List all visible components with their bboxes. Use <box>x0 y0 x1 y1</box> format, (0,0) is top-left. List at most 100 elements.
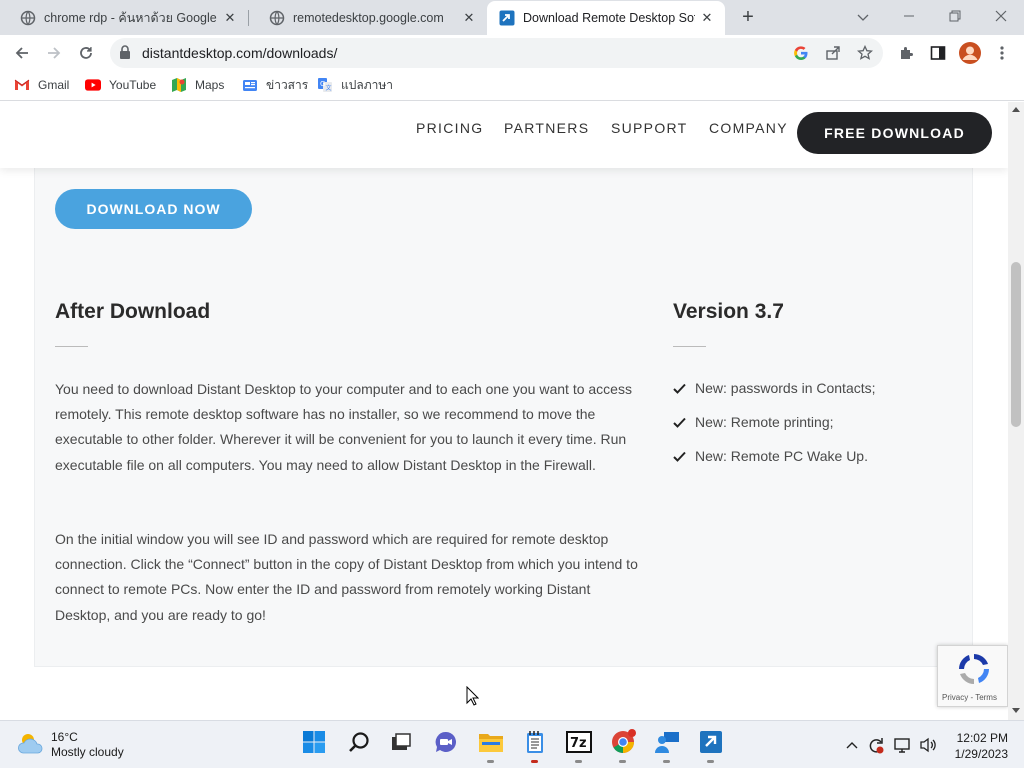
recaptcha-icon <box>956 651 992 692</box>
forward-button[interactable] <box>40 39 68 67</box>
bookmark-gmail[interactable]: Gmail <box>14 76 69 94</box>
tab-search-icon[interactable] <box>840 4 886 30</box>
recaptcha-badge[interactable]: Privacy - Terms <box>937 645 1008 707</box>
checkmark-icon <box>673 381 687 395</box>
system-clock[interactable]: 12:02 PM 1/29/2023 <box>946 730 1008 762</box>
chrome-button[interactable] <box>608 728 638 763</box>
feature-item: New: Remote PC Wake Up. <box>673 448 868 464</box>
after-download-heading: After Download <box>55 300 211 323</box>
share-icon[interactable] <box>823 43 843 63</box>
task-view-icon <box>390 731 412 758</box>
address-bar[interactable]: distantdesktop.com/downloads/ <box>110 38 883 68</box>
maps-icon <box>171 77 187 93</box>
more-menu-icon[interactable] <box>988 39 1016 67</box>
tab-remotedesktop-google[interactable]: remotedesktop.google.com ✕ <box>249 0 487 35</box>
svg-text:7z: 7z <box>570 736 587 751</box>
sync-icon[interactable] <box>866 735 886 755</box>
feature-item: New: passwords in Contacts; <box>673 380 876 396</box>
scrollbar-thumb[interactable] <box>1011 262 1021 427</box>
running-indicator <box>707 760 714 763</box>
scroll-down-icon[interactable] <box>1012 708 1020 716</box>
page-scrollbar[interactable] <box>1008 102 1024 720</box>
clock-date: 1/29/2023 <box>954 747 1008 761</box>
connection-paragraph: On the initial window you will see ID an… <box>55 531 638 623</box>
task-view-button[interactable] <box>386 729 416 759</box>
windows-taskbar: 16°C Mostly cloudy 7z 12:02 PM 1/29/2023 <box>0 720 1024 768</box>
nav-support[interactable]: SUPPORT <box>611 120 688 136</box>
running-indicator <box>663 760 670 763</box>
download-now-button[interactable]: DOWNLOAD NOW <box>55 189 252 229</box>
svg-text:文: 文 <box>326 84 332 92</box>
network-icon[interactable] <box>893 735 913 755</box>
tab-distant-desktop-download[interactable]: Download Remote Desktop Softw ✕ <box>487 1 725 35</box>
extensions-icon[interactable] <box>892 39 920 67</box>
7zip-icon: 7z <box>566 730 592 758</box>
volume-icon[interactable] <box>918 735 938 755</box>
chrome-icon <box>610 728 636 760</box>
chat-button[interactable] <box>431 729 461 759</box>
remote-desktop-button[interactable] <box>652 729 682 763</box>
side-panel-icon[interactable] <box>924 39 952 67</box>
tab-title: remotedesktop.google.com <box>293 10 444 25</box>
notepad-button[interactable] <box>520 729 550 763</box>
start-icon <box>302 730 326 759</box>
close-window-icon[interactable] <box>978 4 1024 30</box>
weather-condition: Mostly cloudy <box>51 745 124 759</box>
news-icon <box>242 77 258 93</box>
distant-desktop-button[interactable] <box>696 729 726 763</box>
bookmark-news[interactable]: ข่าวสาร <box>242 76 308 94</box>
nav-company[interactable]: COMPANY <box>709 120 788 136</box>
profile-avatar[interactable] <box>956 39 984 67</box>
version-heading: Version 3.7 <box>673 300 784 323</box>
clock-time: 12:02 PM <box>956 731 1008 745</box>
google-lens-icon[interactable] <box>791 43 811 63</box>
running-indicator <box>575 760 582 763</box>
close-tab-icon[interactable]: ✕ <box>461 10 477 26</box>
close-tab-icon[interactable]: ✕ <box>222 10 238 26</box>
checkmark-icon <box>673 449 687 463</box>
weather-temp: 16°C <box>51 730 78 744</box>
recaptcha-links[interactable]: Privacy - Terms <box>942 693 997 702</box>
heading-divider <box>673 346 706 347</box>
lock-icon[interactable] <box>119 45 131 65</box>
globe-icon <box>269 10 285 26</box>
weather-widget[interactable]: 16°C Mostly cloudy <box>17 730 124 760</box>
restore-icon[interactable] <box>932 4 978 30</box>
running-indicator <box>531 760 538 763</box>
file-explorer-icon <box>478 731 504 758</box>
file-explorer-button[interactable] <box>476 729 506 763</box>
distant-desktop-icon <box>499 10 515 26</box>
tab-title: Download Remote Desktop Softw <box>523 11 695 25</box>
scroll-up-icon[interactable] <box>1012 106 1020 114</box>
bookmark-label: แปลภาษา <box>341 77 394 92</box>
bookmark-youtube[interactable]: YouTube <box>85 76 156 94</box>
search-icon <box>348 731 370 758</box>
free-download-button[interactable]: FREE DOWNLOAD <box>797 112 992 154</box>
running-indicator <box>619 760 626 763</box>
globe-icon <box>20 10 36 26</box>
tab-chrome-rdp-search[interactable]: chrome rdp - ค้นหาด้วย Google ✕ <box>0 0 248 35</box>
feature-text: New: Remote printing; <box>695 414 834 430</box>
nav-partners[interactable]: PARTNERS <box>504 120 589 136</box>
youtube-icon <box>85 77 101 93</box>
instructions-paragraph: You need to download Distant Desktop to … <box>55 381 632 473</box>
bookmark-translate[interactable]: G文 แปลภาษา <box>317 76 393 94</box>
new-tab-button[interactable]: + <box>737 5 759 29</box>
nav-pricing[interactable]: PRICING <box>416 120 483 136</box>
back-button[interactable] <box>8 39 36 67</box>
close-tab-icon[interactable]: ✕ <box>699 10 715 26</box>
bookmarks-bar: Gmail YouTube Maps ข่าวสาร G文 แปลภาษา <box>0 70 1024 101</box>
url-text[interactable]: distantdesktop.com/downloads/ <box>142 45 337 61</box>
feature-item: New: Remote printing; <box>673 414 834 430</box>
bookmark-maps[interactable]: Maps <box>171 76 224 94</box>
search-button[interactable] <box>344 729 374 759</box>
bookmark-star-icon[interactable] <box>855 43 875 63</box>
start-button[interactable] <box>299 729 329 759</box>
tab-strip: chrome rdp - ค้นหาด้วย Google ✕ remotede… <box>0 0 1024 35</box>
7zip-button[interactable]: 7z <box>564 729 594 763</box>
heading-divider <box>55 346 88 347</box>
browser-toolbar: distantdesktop.com/downloads/ <box>0 35 1024 70</box>
reload-button[interactable] <box>72 39 100 67</box>
show-hidden-icons[interactable] <box>842 735 862 755</box>
minimize-icon[interactable] <box>886 4 932 30</box>
